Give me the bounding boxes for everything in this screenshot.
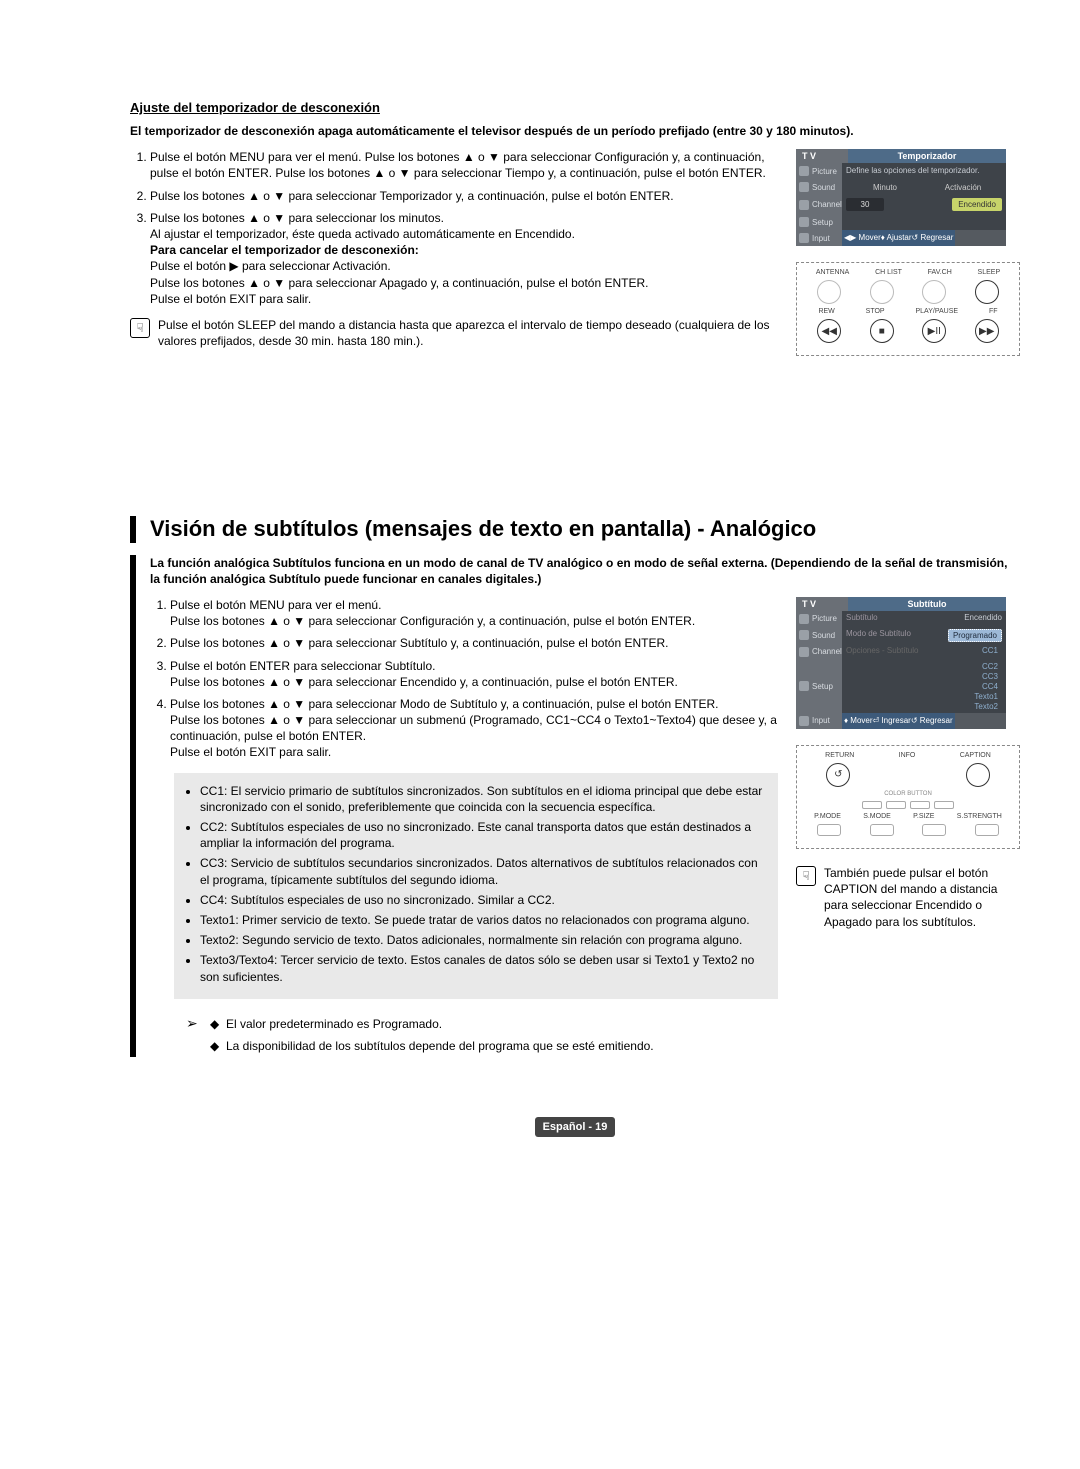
remote-diagram-sleep: ANTENNACH LISTFAV.CHSLEEP REWSTOPPLAY/PA… — [796, 262, 1020, 356]
sleep-timer-lead: El temporizador de desconexión apaga aut… — [130, 123, 1020, 139]
caption-definitions: CC1: El servicio primario de subtítulos … — [174, 773, 778, 999]
caption-button — [966, 763, 990, 787]
timer-activation-value: Encendido — [952, 198, 1002, 211]
antenna-button — [817, 280, 841, 304]
remote-diagram-caption: RETURNINFOCAPTION ↺ COLOR BUTTON P.MODES… — [796, 745, 1020, 849]
rew-button: ◀◀ — [817, 319, 841, 343]
page-footer: Español - 19 — [130, 1117, 1020, 1137]
caption-mode-selected: Programado — [948, 629, 1002, 642]
caption-remote-tip: ☟ También puede pulsar el botón CAPTION … — [796, 865, 1020, 930]
sleep-button — [975, 280, 999, 304]
step-3: Pulse los botones ▲ o ▼ para seleccionar… — [150, 210, 778, 307]
caption-step-3: Pulse el botón ENTER para seleccionar Su… — [170, 658, 778, 690]
caption-step-4: Pulse los botones ▲ o ▼ para seleccionar… — [170, 696, 778, 761]
menu-screenshot-timer: T V Temporizador Picture Define las opci… — [796, 149, 1006, 246]
menu-side-sound: Sound — [796, 179, 842, 195]
captions-lead: La función analógica Subtítulos funciona… — [150, 555, 1020, 587]
remote-hint-icon: ☟ — [796, 866, 816, 886]
stop-button: ■ — [870, 319, 894, 343]
ff-button: ▶▶ — [975, 319, 999, 343]
menu-side-picture: Picture — [796, 163, 842, 179]
timer-minute-value: 30 — [846, 198, 884, 211]
caption-notes: ➢◆El valor predeterminado es Programado.… — [150, 1011, 778, 1058]
step-2: Pulse los botones ▲ o ▼ para seleccionar… — [150, 188, 778, 204]
menu-side-channel: Channel — [796, 195, 842, 214]
playpause-button: ▶II — [922, 319, 946, 343]
favch-button — [922, 280, 946, 304]
captions-heading: Visión de subtítulos (mensajes de texto … — [130, 516, 1020, 542]
caption-step-2: Pulse los botones ▲ o ▼ para seleccionar… — [170, 635, 778, 651]
step-1: Pulse el botón MENU para ver el menú. Pu… — [150, 149, 778, 181]
sleep-timer-steps: Pulse el botón MENU para ver el menú. Pu… — [130, 149, 778, 349]
sleep-timer-title: Ajuste del temporizador de desconexión — [130, 100, 1020, 115]
return-button: ↺ — [826, 763, 850, 787]
sleep-timer-hint: ☟ Pulse el botón SLEEP del mando a dista… — [130, 317, 778, 349]
section-captions-analog: Visión de subtítulos (mensajes de texto … — [130, 516, 1020, 1057]
menu-screenshot-subtitle: T V Subtítulo Picture Subtítulo Encendid… — [796, 597, 1006, 729]
chlist-button — [870, 280, 894, 304]
menu-side-setup: Setup — [796, 214, 842, 230]
section-sleep-timer: Ajuste del temporizador de desconexión E… — [130, 100, 1020, 356]
caption-step-1: Pulse el botón MENU para ver el menú. Pu… — [170, 597, 778, 629]
remote-hint-icon: ☟ — [130, 318, 150, 338]
menu-side-input: Input — [796, 230, 842, 246]
